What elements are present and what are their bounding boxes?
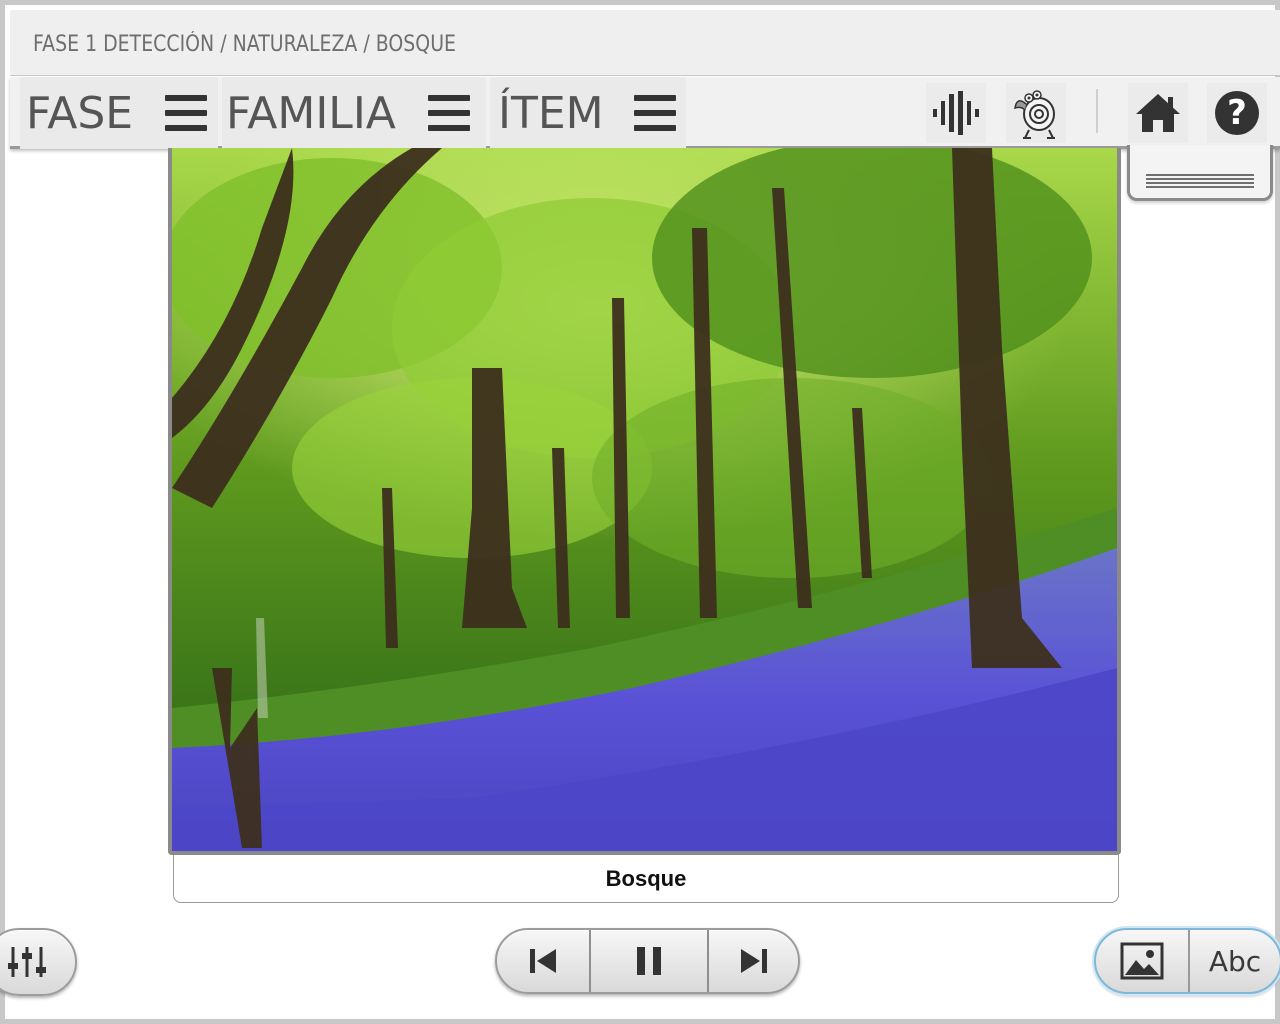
picture-icon xyxy=(1120,942,1164,980)
breadcrumb: FASE 1 DETECCIÓN / NATURALEZA / BOSQUE xyxy=(33,32,457,57)
playback-controls xyxy=(495,928,800,994)
sound-button[interactable] xyxy=(926,83,986,143)
pause-icon xyxy=(637,947,661,975)
family-menu-label: FAMILIA xyxy=(226,87,396,139)
previous-icon xyxy=(530,949,556,973)
previous-button[interactable] xyxy=(497,930,589,992)
help-icon: ? xyxy=(1215,91,1259,135)
sliders-icon xyxy=(8,947,46,977)
phase-menu-label: FASE xyxy=(26,87,134,139)
grip-lines-icon xyxy=(1146,174,1254,190)
breadcrumb-bar: FASE 1 DETECCIÓN / NATURALEZA / BOSQUE xyxy=(10,10,1280,76)
image-mode-button[interactable] xyxy=(1096,930,1188,992)
pull-down-tab[interactable] xyxy=(1127,145,1273,201)
family-menu[interactable]: FAMILIA xyxy=(222,77,486,149)
help-glyph: ? xyxy=(1227,93,1247,133)
item-menu-label: ÍTEM xyxy=(498,87,604,139)
home-icon xyxy=(1136,94,1180,132)
mascot-icon xyxy=(1014,90,1055,139)
phase-menu[interactable]: FASE xyxy=(20,77,218,149)
home-button[interactable] xyxy=(1128,83,1188,143)
navigation-bar: FASE FAMILIA ÍTEM ? xyxy=(10,77,1280,149)
forest-photo xyxy=(168,148,1121,855)
mascot-button[interactable] xyxy=(1006,83,1066,143)
next-icon xyxy=(740,949,767,973)
pause-button[interactable] xyxy=(589,930,707,992)
sound-bars-icon xyxy=(933,91,979,135)
forest-illustration xyxy=(172,148,1117,851)
image-caption: Bosque xyxy=(173,855,1119,903)
app-window: FASE 1 DETECCIÓN / NATURALEZA / BOSQUE F… xyxy=(0,0,1280,1024)
display-mode-switch: Abc xyxy=(1094,928,1280,994)
text-mode-label: Abc xyxy=(1208,944,1262,978)
item-menu[interactable]: ÍTEM xyxy=(490,77,686,149)
text-mode-button[interactable]: Abc xyxy=(1188,930,1280,992)
hamburger-icon xyxy=(165,95,208,131)
next-button[interactable] xyxy=(707,930,798,992)
settings-button[interactable] xyxy=(0,928,77,996)
hamburger-icon xyxy=(427,95,470,131)
toolbar-divider xyxy=(1096,89,1098,133)
help-button[interactable]: ? xyxy=(1207,83,1267,143)
hamburger-icon xyxy=(633,95,676,131)
